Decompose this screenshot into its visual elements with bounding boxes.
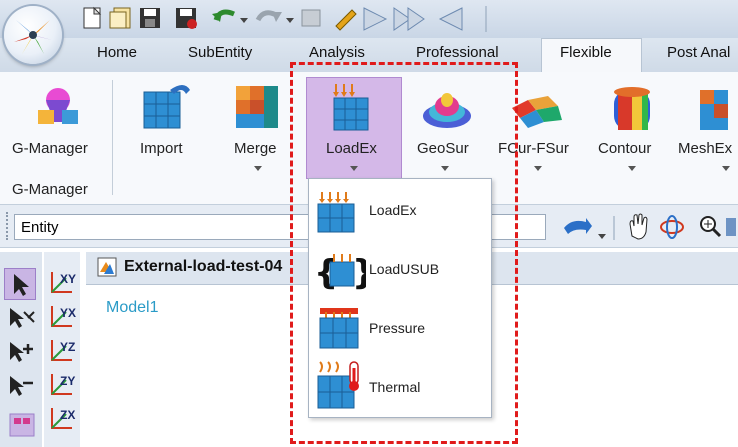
app-logo-icon bbox=[14, 20, 52, 54]
ribbon-group-label: G-Manager bbox=[12, 181, 88, 198]
redo-icon[interactable] bbox=[255, 10, 282, 22]
save-icon[interactable] bbox=[140, 8, 160, 28]
tab-professional[interactable]: Professional bbox=[416, 44, 499, 61]
tab-analysis[interactable]: Analysis bbox=[309, 44, 365, 61]
fast-forward-icon[interactable] bbox=[393, 7, 425, 31]
gmanager-icon[interactable] bbox=[32, 82, 84, 132]
view-zx-label: ZX bbox=[60, 408, 76, 422]
meshex-icon[interactable] bbox=[696, 82, 738, 134]
quick-access-icons bbox=[83, 6, 487, 32]
ribbon-separator bbox=[112, 80, 113, 195]
pen-icon[interactable] bbox=[335, 9, 357, 31]
import-icon[interactable] bbox=[140, 80, 194, 134]
select-add-icon[interactable] bbox=[10, 342, 33, 362]
rotate-icon[interactable] bbox=[660, 215, 684, 239]
view-yx-label: YX bbox=[60, 306, 77, 320]
toolbar-options-icon[interactable] bbox=[598, 234, 606, 239]
document-tab-title[interactable]: External-load-test-04 bbox=[124, 258, 282, 276]
entity-toolbar-right bbox=[564, 216, 615, 240]
contour-dropdown-caret[interactable] bbox=[628, 166, 636, 171]
tab-home[interactable]: Home bbox=[97, 44, 137, 61]
meshex-button-label[interactable]: MeshEx bbox=[678, 140, 732, 157]
return-arrow-icon[interactable] bbox=[564, 218, 592, 234]
play-icon[interactable] bbox=[363, 7, 388, 31]
select-arrow-icon[interactable] bbox=[14, 274, 29, 296]
gmanager-button-label[interactable]: G-Manager bbox=[12, 140, 88, 157]
view-toolbar bbox=[629, 213, 736, 240]
undo-icon[interactable] bbox=[212, 9, 235, 22]
zoom-icon[interactable] bbox=[700, 216, 722, 238]
select-grid-icon[interactable] bbox=[9, 413, 35, 437]
select-toggle-icon[interactable] bbox=[10, 308, 35, 328]
view-zy-label: ZY bbox=[60, 374, 76, 388]
view-yz-label: YZ bbox=[60, 340, 76, 354]
merge-dropdown-caret[interactable] bbox=[254, 166, 262, 171]
app-logo[interactable] bbox=[4, 6, 62, 64]
print-icon[interactable] bbox=[301, 9, 321, 27]
select-remove-icon[interactable] bbox=[10, 376, 33, 396]
merge-icon[interactable] bbox=[232, 82, 286, 136]
redo-dropdown-icon[interactable] bbox=[286, 18, 294, 23]
tab-flexible[interactable]: Flexible bbox=[560, 44, 612, 61]
red-dashed-annotation-box bbox=[290, 62, 518, 444]
contour-icon[interactable] bbox=[608, 84, 656, 134]
rewind-icon[interactable] bbox=[438, 7, 463, 31]
selection-tools bbox=[9, 274, 35, 437]
new-file-icon[interactable] bbox=[83, 6, 102, 29]
import-button-label[interactable]: Import bbox=[140, 140, 183, 157]
tab-post-analysis[interactable]: Post Anal bbox=[667, 44, 730, 61]
view-xy-label: XY bbox=[60, 272, 77, 286]
model-tree-label[interactable]: Model1 bbox=[106, 299, 158, 317]
merge-button-label[interactable]: Merge bbox=[234, 140, 277, 157]
save-all-icon[interactable] bbox=[176, 8, 197, 29]
tab-subentity[interactable]: SubEntity bbox=[188, 44, 252, 61]
undo-dropdown-icon[interactable] bbox=[240, 18, 248, 23]
open-file-icon[interactable] bbox=[109, 7, 131, 29]
meshex-dropdown-caret[interactable] bbox=[722, 166, 730, 171]
pan-hand-icon[interactable] bbox=[629, 213, 648, 240]
zoom-more-icon[interactable] bbox=[726, 218, 736, 236]
contour-button-label[interactable]: Contour bbox=[598, 140, 651, 157]
fcur-fsur-dropdown-caret[interactable] bbox=[534, 166, 542, 171]
toolbar-grip bbox=[6, 212, 11, 240]
document-icon bbox=[97, 257, 117, 277]
